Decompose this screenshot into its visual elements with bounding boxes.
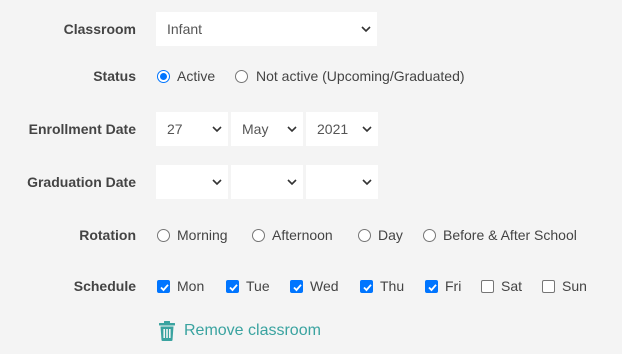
chevron-down-icon (362, 179, 372, 186)
chevron-down-icon (287, 126, 297, 133)
checkmark-icon (363, 284, 372, 292)
schedule-mon-label[interactable]: Mon (177, 269, 204, 303)
status-not-active-label[interactable]: Not active (Upcoming/Graduated) (256, 59, 465, 93)
rotation-row: Rotation Morning Afternoon Day Before & … (0, 218, 622, 252)
schedule-row: Schedule Mon Tue Wed Thu Fri Sat Sun (0, 269, 622, 303)
enrollment-month-select[interactable]: May (231, 112, 303, 146)
schedule-tue-checkbox[interactable] (226, 280, 239, 293)
graduation-month-select[interactable] (231, 165, 303, 199)
enrollment-day-value: 27 (167, 121, 183, 137)
checkmark-icon (160, 284, 169, 292)
status-not-active-radio[interactable] (235, 70, 248, 83)
checkmark-icon (428, 284, 437, 292)
rotation-morning-radio[interactable] (157, 229, 170, 242)
graduation-day-select[interactable] (156, 165, 228, 199)
classroom-label: Classroom (63, 21, 136, 37)
chevron-down-icon (362, 126, 372, 133)
schedule-sun-checkbox[interactable] (542, 280, 555, 293)
schedule-label: Schedule (73, 278, 136, 294)
checkmark-icon (229, 284, 238, 292)
enrollment-year-value: 2021 (317, 121, 349, 137)
graduation-year-select[interactable] (306, 165, 378, 199)
rotation-morning-label[interactable]: Morning (177, 218, 228, 252)
graduation-row: Graduation Date (0, 165, 622, 199)
enrollment-label: Enrollment Date (28, 121, 136, 137)
schedule-fri-label[interactable]: Fri (445, 269, 461, 303)
schedule-sat-label[interactable]: Sat (501, 269, 522, 303)
status-label: Status (93, 68, 136, 84)
schedule-mon-checkbox[interactable] (157, 280, 170, 293)
classroom-select[interactable]: Infant (156, 12, 377, 46)
remove-classroom-label: Remove classroom (184, 322, 321, 339)
schedule-sun-label[interactable]: Sun (562, 269, 587, 303)
schedule-sat-checkbox[interactable] (481, 280, 494, 293)
enrollment-row: Enrollment Date 27 May 2021 (0, 112, 622, 146)
status-active-radio[interactable] (157, 70, 170, 83)
rotation-day-radio[interactable] (358, 229, 371, 242)
schedule-thu-checkbox[interactable] (360, 280, 373, 293)
enrollment-day-select[interactable]: 27 (156, 112, 228, 146)
trash-icon (159, 321, 175, 341)
chevron-down-icon (212, 179, 222, 186)
status-row: Status Active Not active (Upcoming/Gradu… (0, 59, 622, 93)
schedule-fri-checkbox[interactable] (425, 280, 438, 293)
rotation-afternoon-radio[interactable] (252, 229, 265, 242)
chevron-down-icon (212, 126, 222, 133)
schedule-tue-label[interactable]: Tue (246, 269, 270, 303)
enrollment-month-value: May (242, 121, 269, 137)
classroom-row: Classroom Infant (0, 12, 622, 46)
rotation-afternoon-label[interactable]: Afternoon (272, 218, 333, 252)
schedule-thu-label[interactable]: Thu (380, 269, 404, 303)
chevron-down-icon (287, 179, 297, 186)
chevron-down-icon (361, 26, 371, 33)
rotation-before-after-radio[interactable] (423, 229, 436, 242)
schedule-wed-checkbox[interactable] (290, 280, 303, 293)
enrollment-year-select[interactable]: 2021 (306, 112, 378, 146)
status-active-label[interactable]: Active (177, 59, 215, 93)
rotation-label: Rotation (79, 227, 136, 243)
checkmark-icon (293, 284, 302, 292)
rotation-day-label[interactable]: Day (378, 218, 403, 252)
rotation-before-after-label[interactable]: Before & After School (443, 218, 577, 252)
graduation-label: Graduation Date (27, 174, 136, 190)
schedule-wed-label[interactable]: Wed (310, 269, 339, 303)
classroom-value: Infant (167, 21, 203, 37)
